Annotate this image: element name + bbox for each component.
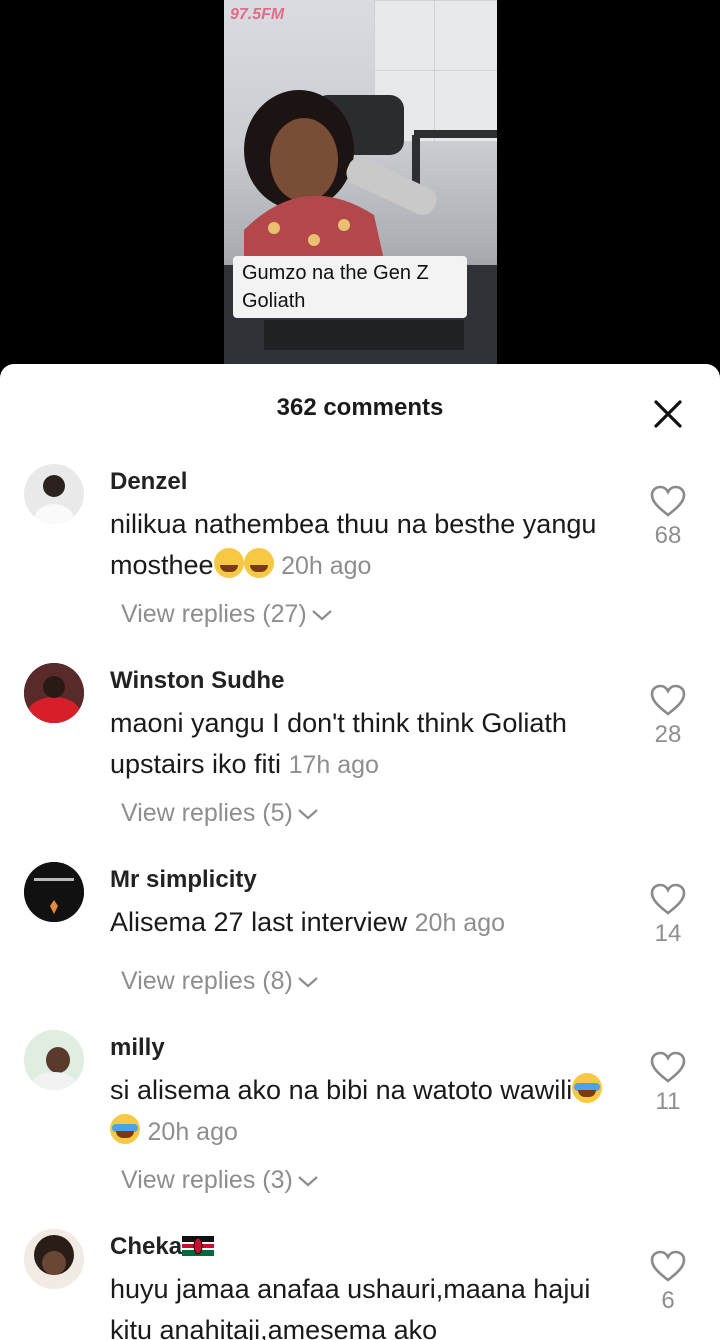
comment-timestamp: 17h ago <box>288 751 379 779</box>
heart-icon[interactable] <box>649 484 687 518</box>
comment-username[interactable]: Winston Sudhe <box>110 667 284 695</box>
view-replies-button[interactable]: View replies (8) <box>121 967 319 996</box>
avatar[interactable] <box>24 862 84 922</box>
close-icon[interactable] <box>650 396 686 432</box>
avatar-image <box>34 475 74 524</box>
like-count: 68 <box>654 522 682 549</box>
loudly-crying-face-icon <box>110 1114 140 1144</box>
video-backdrop: 97.5FM Gumzo na the Gen Z Goliath <box>0 0 720 380</box>
comment-text: nilikua nathembea thuu na besthe yangu m… <box>110 504 610 587</box>
avatar-image <box>24 1229 84 1289</box>
avatar[interactable] <box>24 663 84 723</box>
avatar[interactable] <box>24 1229 84 1289</box>
comment-body: huyu jamaa anafaa ushauri,maana hajui ki… <box>110 1274 591 1340</box>
view-replies-label: View replies (3) <box>121 1166 293 1194</box>
avatar[interactable] <box>24 1030 84 1090</box>
video-caption: Gumzo na the Gen Z Goliath <box>233 256 467 318</box>
comment-username[interactable]: milly <box>110 1034 165 1062</box>
comments-sheet: 362 comments Denzel nilikua nathembea th… <box>0 364 720 1340</box>
comment-username[interactable]: Denzel <box>110 468 187 496</box>
view-replies-label: View replies (5) <box>121 799 293 827</box>
kenya-flag-icon <box>182 1236 215 1256</box>
chevron-down-icon <box>298 808 318 819</box>
comment-body: si alisema ako na bibi na watoto wawili <box>110 1075 573 1105</box>
avatar-image <box>24 1030 84 1090</box>
face-with-tears-of-joy-icon <box>213 548 244 578</box>
like-count: 28 <box>654 721 682 748</box>
view-replies-button[interactable]: View replies (3) <box>121 1166 319 1195</box>
chevron-down-icon <box>312 609 332 620</box>
comment-count: 362 comments <box>276 394 444 421</box>
like-count: 11 <box>655 1088 681 1115</box>
sheet-header: 362 comments <box>0 364 720 454</box>
view-replies-label: View replies (8) <box>121 967 293 995</box>
chevron-down-icon <box>298 976 318 987</box>
comment-text: huyu jamaa anafaa ushauri,maana hajui ki… <box>110 1269 610 1340</box>
heart-icon[interactable] <box>649 1249 687 1283</box>
username-label: Cheka <box>110 1233 183 1260</box>
like-count: 14 <box>654 920 682 947</box>
heart-icon[interactable] <box>649 882 687 916</box>
loudly-crying-face-icon <box>572 1073 603 1103</box>
avatar-image <box>24 862 84 922</box>
avatar[interactable] <box>24 464 84 524</box>
heart-icon[interactable] <box>649 683 687 717</box>
view-replies-button[interactable]: View replies (5) <box>121 799 319 828</box>
heart-icon[interactable] <box>649 1050 687 1084</box>
chevron-down-icon <box>298 1175 318 1186</box>
like-count: 6 <box>661 1287 675 1314</box>
comment-username[interactable]: Cheka <box>110 1233 215 1261</box>
comment-text: Alisema 27 last interview 20h ago <box>110 902 610 944</box>
view-replies-label: View replies (27) <box>121 600 307 628</box>
comment-timestamp: 20h ago <box>281 552 372 580</box>
avatar-image <box>24 663 84 723</box>
comment-body: Alisema 27 last interview <box>110 907 408 937</box>
comment-text: maoni yangu I don't think think Goliath … <box>110 703 610 786</box>
face-with-tears-of-joy-icon <box>243 548 274 578</box>
comment-timestamp: 20h ago <box>147 1118 238 1146</box>
view-replies-button[interactable]: View replies (27) <box>121 600 333 629</box>
comment-text: si alisema ako na bibi na watoto wawili … <box>110 1070 610 1153</box>
comment-username[interactable]: Mr simplicity <box>110 866 257 894</box>
comment-timestamp: 20h ago <box>414 909 506 937</box>
